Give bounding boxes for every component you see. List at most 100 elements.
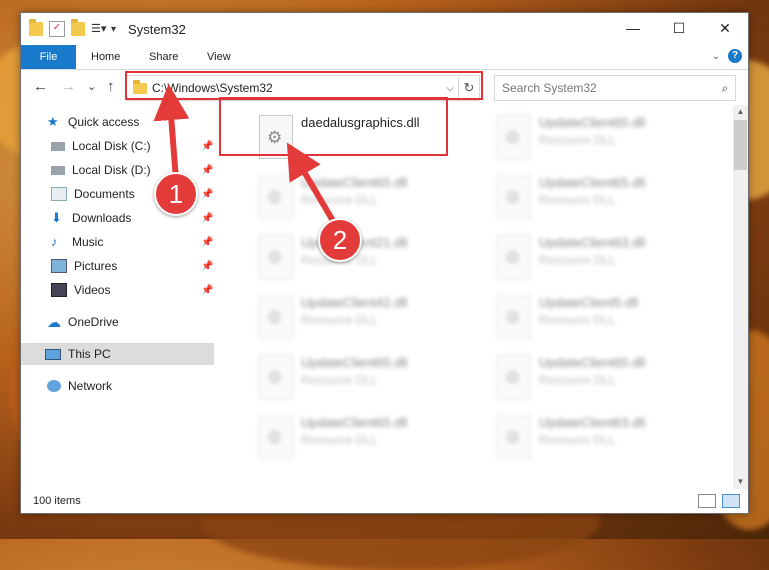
ribbon-tabs: File Home Share View ⌄ ? — [21, 45, 748, 70]
file-explorer-window: ✓ ☰▾ ▾ System32 — ☐ ✕ File Home Share Vi… — [20, 12, 749, 514]
file-type: Resource DLL — [301, 433, 378, 447]
sidebar-item-documents[interactable]: Documents 📌 — [51, 183, 241, 205]
file-type: Resource DLL — [539, 133, 616, 147]
expand-ribbon-icon[interactable]: ⌄ — [712, 51, 720, 62]
documents-icon — [51, 187, 67, 201]
sidebar-item-local-disk-c[interactable]: Local Disk (C:) 📌 — [51, 135, 241, 157]
sidebar-item-downloads[interactable]: ⬇ Downloads 📌 — [51, 207, 241, 229]
pin-icon[interactable]: 📌 — [201, 237, 213, 248]
details-view-icon[interactable] — [698, 494, 716, 508]
tab-share[interactable]: Share — [135, 45, 192, 69]
file-type: Resource DLL — [539, 313, 616, 327]
dll-file-icon — [497, 355, 531, 399]
sidebar-item-pictures[interactable]: Pictures 📌 — [51, 255, 241, 277]
file-item[interactable]: UpdateClient5.dll Resource DLL — [489, 289, 719, 345]
tab-home[interactable]: Home — [77, 45, 134, 69]
drive-icon — [51, 165, 65, 175]
chevron-down-icon[interactable]: ▾ — [111, 24, 116, 35]
dll-file-icon — [259, 415, 293, 459]
address-path[interactable]: C:\Windows\System32 — [152, 81, 442, 95]
properties-icon[interactable]: ✓ — [49, 21, 65, 37]
scrollbar-thumb[interactable] — [734, 120, 747, 170]
sidebar-item-local-disk-d[interactable]: Local Disk (D:) 📌 — [51, 159, 241, 181]
recent-locations-button[interactable]: ⌄ — [87, 80, 96, 93]
file-item[interactable]: UpdateClient63.dll Resource DLL — [489, 409, 719, 465]
file-item[interactable]: UpdateClient65.dll Resource DLL — [489, 169, 719, 225]
file-type: Resource DLL — [301, 373, 378, 387]
dll-file-icon — [259, 115, 293, 159]
title-bar: ✓ ☰▾ ▾ System32 — ☐ ✕ — [21, 13, 748, 45]
pin-icon[interactable]: 📌 — [201, 261, 213, 272]
scroll-up-icon[interactable]: ▲ — [733, 105, 748, 119]
file-list: daedalusgraphics.dll UpdateClient65.dll … — [236, 105, 733, 489]
file-item[interactable]: UpdateClient42.dll Resource DLL — [251, 289, 481, 345]
folder-icon — [29, 19, 43, 36]
file-type: Resource DLL — [301, 313, 378, 327]
file-item[interactable]: UpdateClient65.dll Resource DLL — [489, 109, 719, 165]
videos-icon — [51, 283, 67, 297]
dll-file-icon — [259, 355, 293, 399]
chevron-down-icon[interactable]: ⌵ — [442, 83, 458, 94]
dll-file-icon — [497, 115, 531, 159]
vertical-scrollbar[interactable]: ▲ ▼ — [733, 105, 748, 489]
address-bar[interactable]: C:\Windows\System32 ⌵ ↻ — [126, 75, 480, 101]
pin-icon[interactable]: 📌 — [201, 213, 213, 224]
scroll-down-icon[interactable]: ▼ — [733, 475, 748, 489]
back-button[interactable]: ← — [33, 78, 48, 95]
navigation-bar: ← → ⌄ ↑ C:\Windows\System32 ⌵ ↻ Search S… — [21, 70, 748, 104]
sidebar-item-quick-access[interactable]: ★ Quick access — [47, 111, 139, 133]
large-icons-view-icon[interactable] — [722, 494, 740, 508]
sidebar-item-network[interactable]: Network — [47, 375, 112, 397]
file-item[interactable]: UpdateClient65.dll Resource DLL — [251, 409, 481, 465]
file-name: UpdateClient65.dll — [301, 415, 408, 430]
sidebar-item-onedrive[interactable]: ☁ OneDrive — [47, 311, 119, 333]
search-input[interactable]: Search System32 — [495, 81, 715, 95]
pin-icon[interactable]: 📌 — [201, 285, 213, 296]
pin-icon[interactable]: 📌 — [201, 189, 213, 200]
tab-file[interactable]: File — [21, 45, 76, 69]
navigation-pane: ★ Quick access Local Disk (C:) 📌 Local D… — [21, 105, 214, 489]
file-item[interactable]: UpdateClient21.dll Resource DLL — [251, 229, 481, 285]
tab-view[interactable]: View — [193, 45, 245, 69]
drive-icon — [51, 141, 65, 151]
pin-icon[interactable]: 📌 — [201, 165, 213, 176]
music-icon: ♪ — [51, 234, 58, 249]
customize-toolbar-icon[interactable]: ☰▾ — [91, 22, 106, 36]
file-item[interactable]: UpdateClient65.dll Resource DLL — [251, 349, 481, 405]
folder-icon — [133, 79, 147, 94]
search-icon[interactable]: ⌕ — [715, 81, 735, 96]
file-item[interactable]: UpdateClient63.dll Resource DLL — [489, 229, 719, 285]
file-item[interactable]: UpdateClient65.dll Resource DLL — [489, 349, 719, 405]
file-name: UpdateClient63.dll — [539, 415, 646, 430]
close-button[interactable]: ✕ — [702, 13, 748, 43]
file-type: Resource DLL — [539, 253, 616, 267]
search-box[interactable]: Search System32 ⌕ — [494, 75, 736, 101]
sidebar-item-label: Quick access — [68, 115, 140, 129]
new-folder-icon[interactable] — [71, 19, 85, 36]
sidebar-item-music[interactable]: ♪ Music 📌 — [51, 231, 241, 253]
pictures-icon — [51, 259, 67, 273]
pin-icon[interactable]: 📌 — [201, 141, 213, 152]
up-button[interactable]: ↑ — [107, 78, 115, 95]
file-type: Resource DLL — [539, 373, 616, 387]
sidebar-item-this-pc[interactable]: This PC — [21, 343, 214, 365]
file-item[interactable]: UpdateClient65.dll Resource DLL — [251, 169, 481, 225]
maximize-button[interactable]: ☐ — [656, 13, 702, 43]
star-icon: ★ — [47, 114, 59, 129]
minimize-button[interactable]: — — [610, 13, 656, 43]
forward-button[interactable]: → — [61, 78, 76, 95]
file-name: UpdateClient5.dll — [539, 295, 639, 310]
sidebar-item-label: Local Disk (C:) — [72, 139, 151, 153]
file-type: Resource DLL — [539, 193, 616, 207]
sidebar-item-videos[interactable]: Videos 📌 — [51, 279, 241, 301]
dll-file-icon — [497, 295, 531, 339]
refresh-icon[interactable]: ↻ — [458, 77, 479, 99]
help-icon[interactable]: ? — [728, 49, 742, 63]
file-item-daedalusgraphics[interactable]: daedalusgraphics.dll — [251, 109, 481, 165]
status-bar: 100 items — [21, 489, 748, 513]
step-badge-2: 2 — [318, 218, 362, 262]
file-name: UpdateClient65.dll — [539, 175, 646, 190]
file-name: daedalusgraphics.dll — [301, 115, 420, 130]
sidebar-item-label: This PC — [68, 347, 111, 361]
dll-file-icon — [497, 415, 531, 459]
